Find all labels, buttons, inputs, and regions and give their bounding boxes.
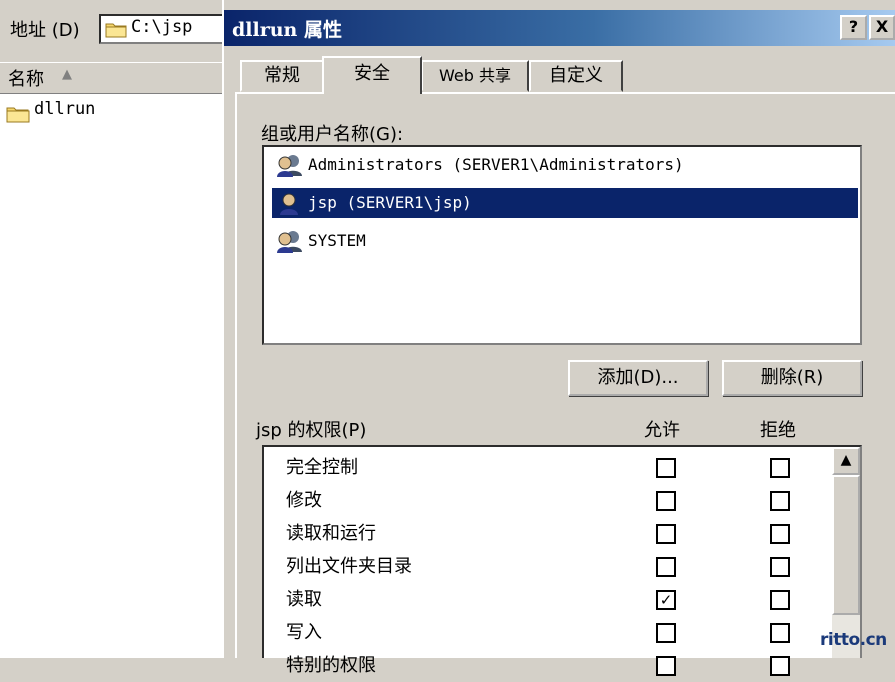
watermark: ritto.cn (820, 630, 887, 650)
list-item[interactable]: dllrun (34, 99, 95, 119)
user-row-administrators[interactable]: Administrators (SERVER1\Administrators) (272, 150, 858, 180)
allow-column-header: 允许 (644, 420, 680, 441)
add-button[interactable]: 添加(D)... (568, 360, 708, 396)
permission-row: 修改 (286, 484, 322, 517)
file-list (0, 94, 226, 658)
sort-ascending-icon: ▲ (62, 67, 72, 82)
permission-name: 写入 (286, 622, 322, 643)
permission-row: 完全控制 (286, 451, 358, 484)
permission-row: 列出文件夹目录 (286, 550, 412, 583)
tab-security[interactable]: 安全 (322, 56, 422, 94)
allow-checkbox[interactable] (656, 656, 676, 676)
deny-checkbox[interactable] (770, 623, 790, 643)
close-button[interactable]: X (869, 15, 895, 40)
address-label: 地址 (D) (10, 20, 80, 41)
allow-checkbox[interactable] (656, 623, 676, 643)
user-name: SYSTEM (308, 231, 366, 250)
folder-icon (105, 20, 127, 43)
allow-checkbox[interactable] (656, 458, 676, 478)
user-icon (276, 191, 304, 225)
user-row-jsp[interactable]: jsp (SERVER1\jsp) (272, 188, 858, 218)
permission-name: 读取 (286, 589, 322, 610)
allow-checkbox[interactable]: ✓ (656, 590, 676, 610)
tab-custom[interactable]: 自定义 (529, 60, 623, 92)
tab-web-sharing[interactable]: Web 共享 (421, 60, 529, 92)
deny-checkbox[interactable] (770, 590, 790, 610)
permission-name: 列出文件夹目录 (286, 556, 412, 577)
scroll-up-button[interactable]: ▲ (832, 447, 860, 475)
dialog-title: dllrun 属性 (232, 19, 342, 41)
allow-checkbox[interactable] (656, 524, 676, 544)
deny-column-header: 拒绝 (760, 420, 796, 441)
deny-checkbox[interactable] (770, 524, 790, 544)
user-group-icon (276, 229, 304, 263)
permission-row: 读取和运行 (286, 517, 376, 550)
user-name: Administrators (SERVER1\Administrators) (308, 155, 684, 174)
tab-general[interactable]: 常规 (240, 60, 324, 92)
remove-button[interactable]: 删除(R) (722, 360, 862, 396)
permission-row: 特别的权限 (286, 649, 376, 682)
permission-row: 写入 (286, 616, 322, 649)
deny-checkbox[interactable] (770, 491, 790, 511)
users-label: 组或用户名称(G): (261, 124, 404, 145)
permission-name: 完全控制 (286, 457, 358, 478)
permission-name: 特别的权限 (286, 655, 376, 676)
address-value: C:\jsp (131, 17, 193, 37)
help-button[interactable]: ? (840, 15, 867, 40)
permission-name: 修改 (286, 490, 322, 511)
user-row-system[interactable]: SYSTEM (272, 226, 858, 256)
name-column-label: 名称 (8, 69, 44, 90)
permission-row: 读取 (286, 583, 322, 616)
folder-icon[interactable] (6, 104, 30, 129)
allow-checkbox[interactable] (656, 491, 676, 511)
user-name: jsp (SERVER1\jsp) (308, 193, 472, 212)
scrollbar-thumb[interactable] (832, 475, 860, 615)
user-group-icon (276, 153, 304, 187)
deny-checkbox[interactable] (770, 656, 790, 676)
allow-checkbox[interactable] (656, 557, 676, 577)
deny-checkbox[interactable] (770, 458, 790, 478)
permissions-label: jsp 的权限(P) (256, 420, 367, 441)
permission-name: 读取和运行 (286, 523, 376, 544)
deny-checkbox[interactable] (770, 557, 790, 577)
